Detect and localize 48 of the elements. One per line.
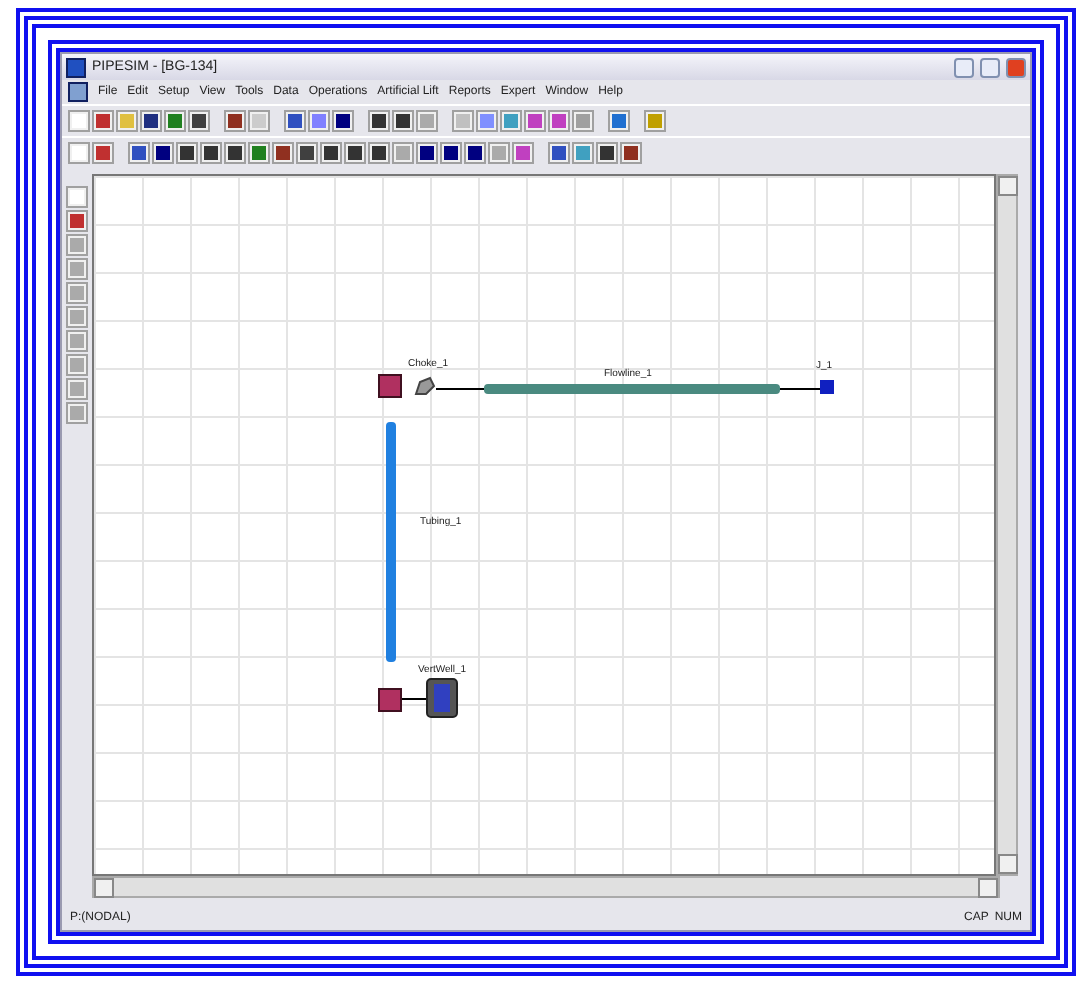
toolbar-button[interactable]	[224, 142, 246, 164]
toolbar-button[interactable]	[344, 142, 366, 164]
tool-button[interactable]	[66, 258, 88, 280]
toolbar-button[interactable]	[416, 142, 438, 164]
tool-button[interactable]	[66, 402, 88, 424]
tool-button[interactable]	[66, 282, 88, 304]
toolbar-button[interactable]	[440, 142, 462, 164]
app-icon	[66, 57, 86, 77]
toolbar-button[interactable]	[284, 110, 306, 132]
junction-node[interactable]	[820, 380, 834, 394]
toolbar-button[interactable]	[272, 142, 294, 164]
horizontal-scrollbar[interactable]	[92, 876, 1000, 898]
toolbar-button[interactable]	[392, 110, 414, 132]
tool-button[interactable]	[66, 234, 88, 256]
choke-icon[interactable]	[414, 376, 436, 396]
toolbar-button[interactable]	[320, 142, 342, 164]
toolbar-button[interactable]	[464, 142, 486, 164]
toolbar-button[interactable]	[152, 142, 174, 164]
toolbar-button[interactable]	[176, 142, 198, 164]
vertical-scrollbar[interactable]	[996, 174, 1018, 876]
connector-line	[436, 388, 484, 390]
toolbar-button[interactable]	[188, 110, 210, 132]
connector-line	[780, 388, 820, 390]
toolbar-button[interactable]	[296, 142, 318, 164]
tool-button[interactable]	[66, 354, 88, 376]
tool-button[interactable]	[66, 306, 88, 328]
source-node[interactable]	[378, 688, 402, 712]
toolbar-button[interactable]	[620, 142, 642, 164]
connector-line	[402, 698, 426, 700]
toolbar-button[interactable]	[548, 142, 570, 164]
toolbar-button[interactable]	[140, 110, 162, 132]
toolbar-button[interactable]	[224, 110, 246, 132]
toolbar-button[interactable]	[332, 110, 354, 132]
toolbar-button[interactable]	[128, 142, 150, 164]
tool-button[interactable]	[66, 210, 88, 232]
source-node[interactable]	[378, 374, 402, 398]
tool-button[interactable]	[66, 378, 88, 400]
minimize-button[interactable]	[954, 57, 974, 77]
toolbar-button[interactable]	[368, 142, 390, 164]
document-icon	[68, 82, 88, 102]
toolbar-button[interactable]	[596, 142, 618, 164]
tool-button[interactable]	[66, 330, 88, 352]
toolbar-button[interactable]	[368, 110, 390, 132]
tool-button[interactable]	[66, 186, 88, 208]
well-icon[interactable]	[426, 678, 458, 718]
toolbar-button[interactable]	[200, 142, 222, 164]
maximize-button[interactable]	[980, 57, 1000, 77]
close-button[interactable]	[1006, 57, 1026, 77]
